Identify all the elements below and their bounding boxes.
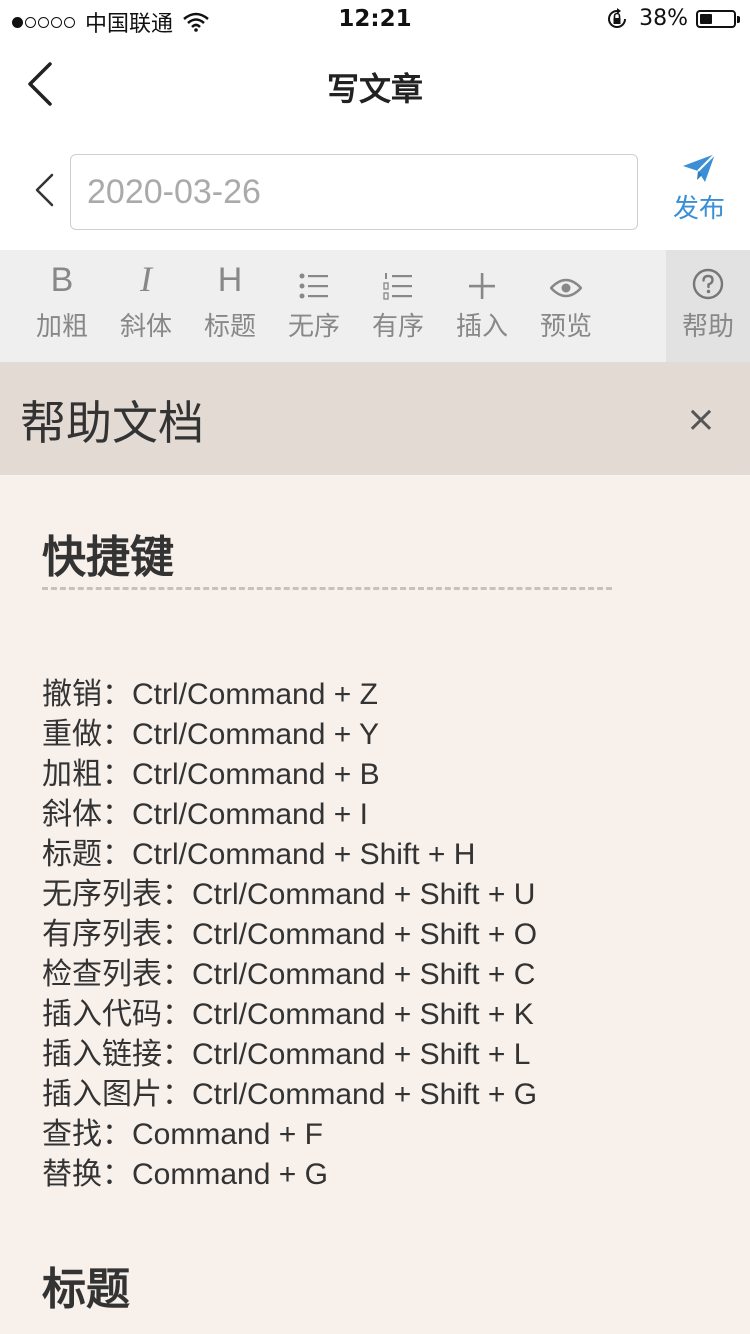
title-row: 发布 [0, 128, 750, 250]
send-plane-icon [683, 153, 716, 182]
eye-icon [524, 250, 608, 300]
rotation-lock-icon [608, 7, 627, 28]
editor-toolbar: B 加粗 I 斜体 H 标题 无序 有序 插入 预览 帮助 [0, 250, 750, 363]
bold-icon: B [50, 261, 74, 299]
toolbar-heading-button[interactable]: H 标题 [188, 250, 272, 362]
section-divider [42, 587, 612, 590]
toolbar-ordered-list-button[interactable]: 有序 [356, 250, 440, 362]
toolbar-bold-button[interactable]: B 加粗 [20, 250, 104, 362]
shortcut-list: 撤销：Ctrl/Command + Z 重做：Ctrl/Command + Y 加粗… [42, 675, 722, 1195]
toolbar-bold-label: 加粗 [35, 312, 88, 342]
toolbar-unordered-list-label: 无序 [287, 312, 340, 342]
shortcut-item: 插入图片：Ctrl/Command + Shift + G [42, 1078, 538, 1111]
battery-cap [737, 15, 740, 23]
toolbar-preview-button[interactable]: 预览 [524, 250, 608, 362]
shortcut-item: 有序列表：Ctrl/Command + Shift + O [42, 918, 538, 951]
toolbar-italic-label: 斜体 [119, 312, 172, 342]
status-right: 38% [605, 6, 740, 31]
shortcut-item: 标题：Ctrl/Command + Shift + H [42, 838, 476, 871]
help-panel-content: 快捷键 撤销：Ctrl/Command + Z 重做：Ctrl/Command +… [0, 475, 750, 1334]
shortcut-item: 无序列表：Ctrl/Command + Shift + U [42, 878, 536, 911]
shortcut-item: 替换：Command + G [42, 1158, 328, 1191]
chevron-left-icon[interactable] [32, 172, 58, 208]
toolbar-help-button[interactable]: 帮助 [666, 250, 750, 362]
shortcut-item: 查找：Command + F [42, 1118, 323, 1151]
section-heading-shortcuts: 快捷键 [42, 532, 174, 583]
section-heading-titles: 标题 [42, 1264, 130, 1315]
shortcut-item: 插入链接：Ctrl/Command + Shift + L [42, 1038, 531, 1071]
page: 中国联通 12:21 38% 写文章 2020-03-26 发布 B 加粗 I … [0, 0, 750, 1334]
plus-icon [440, 250, 524, 300]
heading-icon: H [217, 261, 243, 299]
article-title-input[interactable] [70, 154, 638, 230]
close-help-button[interactable]: × [686, 399, 716, 440]
shortcut-item: 撤销：Ctrl/Command + Z [42, 678, 378, 711]
shortcut-item: 插入代码：Ctrl/Command + Shift + K [42, 998, 534, 1031]
unordered-list-icon [272, 250, 356, 300]
publish-label: 发布 [672, 194, 725, 224]
nav-bar: 写文章 [0, 40, 750, 128]
toolbar-insert-button[interactable]: 插入 [440, 250, 524, 362]
italic-icon: I [140, 259, 152, 299]
question-circle-icon [666, 250, 750, 300]
toolbar-italic-button[interactable]: I 斜体 [104, 250, 188, 362]
status-bar: 中国联通 12:21 38% [0, 0, 750, 40]
shortcut-item: 斜体：Ctrl/Command + I [42, 798, 368, 831]
battery-fill [700, 13, 712, 24]
page-title: 写文章 [326, 70, 423, 108]
shortcut-item: 加粗：Ctrl/Command + B [42, 758, 380, 791]
shortcut-item: 检查列表：Ctrl/Command + Shift + C [42, 958, 536, 991]
ordered-list-icon [356, 250, 440, 300]
help-panel-title: 帮助文档 [20, 396, 204, 450]
battery-icon [696, 9, 740, 28]
toolbar-insert-label: 插入 [455, 312, 508, 342]
battery-percent: 38% [639, 6, 688, 31]
toolbar-help-label: 帮助 [681, 312, 734, 342]
toolbar-heading-label: 标题 [203, 312, 256, 342]
shortcut-item: 重做：Ctrl/Command + Y [42, 718, 380, 751]
toolbar-unordered-list-button[interactable]: 无序 [272, 250, 356, 362]
publish-button[interactable]: 发布 [662, 152, 736, 232]
help-panel-header: 帮助文档 × [0, 363, 750, 475]
toolbar-ordered-list-label: 有序 [371, 312, 424, 342]
toolbar-preview-label: 预览 [539, 312, 592, 342]
